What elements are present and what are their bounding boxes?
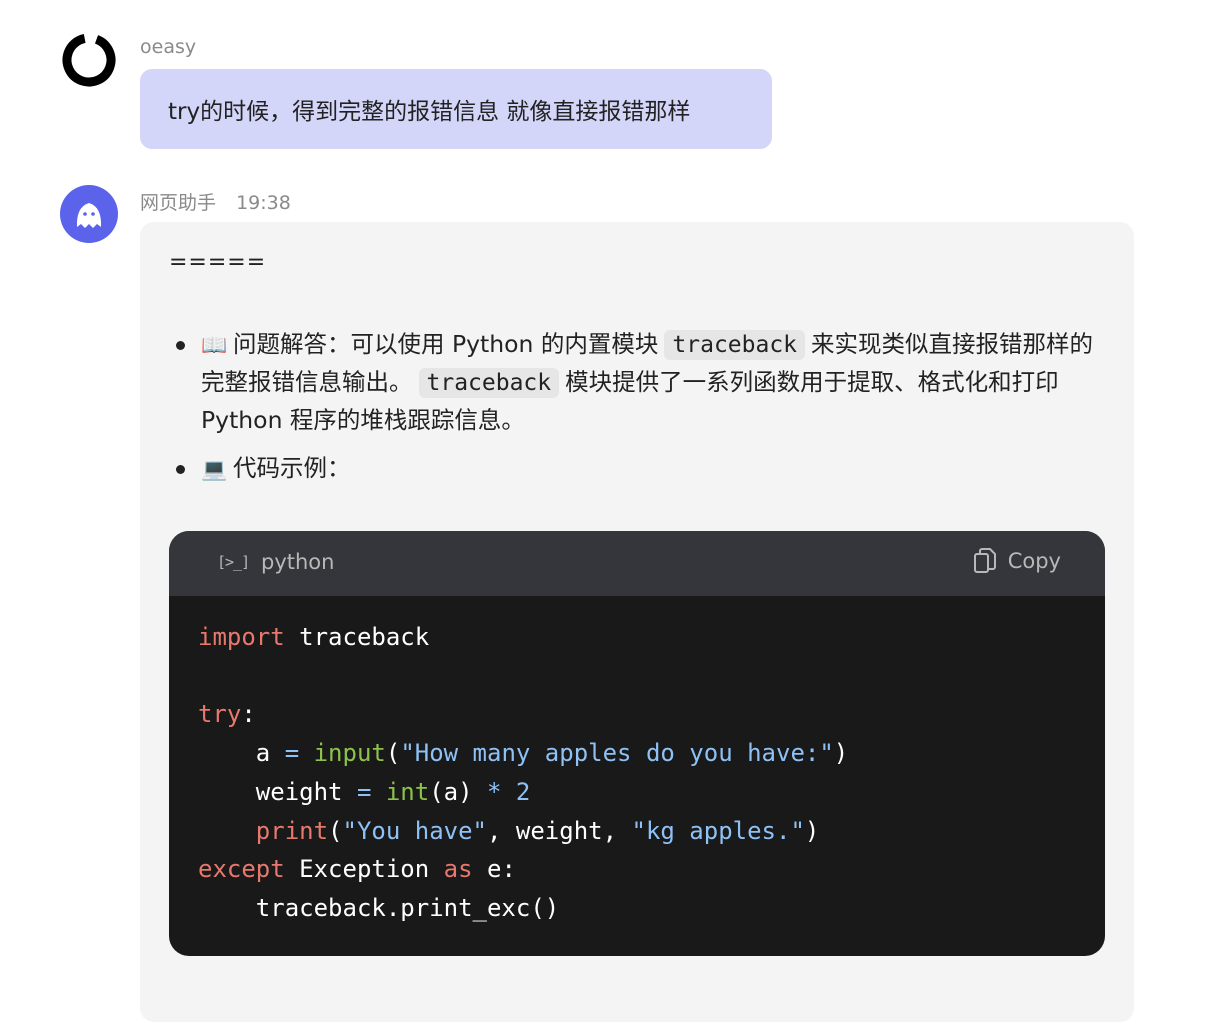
user-avatar xyxy=(60,31,118,89)
code-header: [>_] python Copy xyxy=(169,531,1105,596)
enso-icon xyxy=(62,33,116,87)
copy-icon xyxy=(973,548,996,573)
bullet-dot xyxy=(176,465,185,474)
inline-code: traceback xyxy=(418,368,560,398)
bullet-dot xyxy=(176,341,185,350)
user-message-text: try的时候，得到完整的报错信息 就像直接报错那样 xyxy=(168,99,691,125)
ghost-icon xyxy=(76,203,102,228)
book-icon: 📖 xyxy=(201,333,228,357)
message-time: 19:38 xyxy=(236,192,291,214)
bot-avatar xyxy=(60,185,118,243)
code-content: import traceback try: a = input("How man… xyxy=(198,623,849,922)
bot-name: 网页助手 xyxy=(140,192,217,214)
laptop-icon: 💻 xyxy=(201,457,228,481)
list-item-code-example: 💻 代码示例： xyxy=(201,450,1101,488)
copy-button[interactable]: Copy xyxy=(972,547,1061,575)
copy-label: Copy xyxy=(1007,549,1061,573)
user-name: oeasy xyxy=(140,36,197,58)
list-item-answer: 📖 问题解答：可以使用 Python 的内置模块 traceback 来实现类似直接报… xyxy=(201,326,1101,439)
answer-text-a: 问题解答：可以使用 Python 的内置模块 xyxy=(233,330,659,358)
bot-header: 网页助手 19:38 xyxy=(140,188,291,215)
terminal-icon: [>_] xyxy=(217,553,250,571)
code-language: python xyxy=(261,550,335,574)
inline-code: traceback xyxy=(664,330,806,360)
code-example-label: 代码示例： xyxy=(233,454,351,482)
divider-text: ===== xyxy=(169,250,267,275)
user-message-bubble: try的时候，得到完整的报错信息 就像直接报错那样 xyxy=(140,69,772,149)
code-block: [>_] python Copy import traceback try: a… xyxy=(169,531,1105,956)
